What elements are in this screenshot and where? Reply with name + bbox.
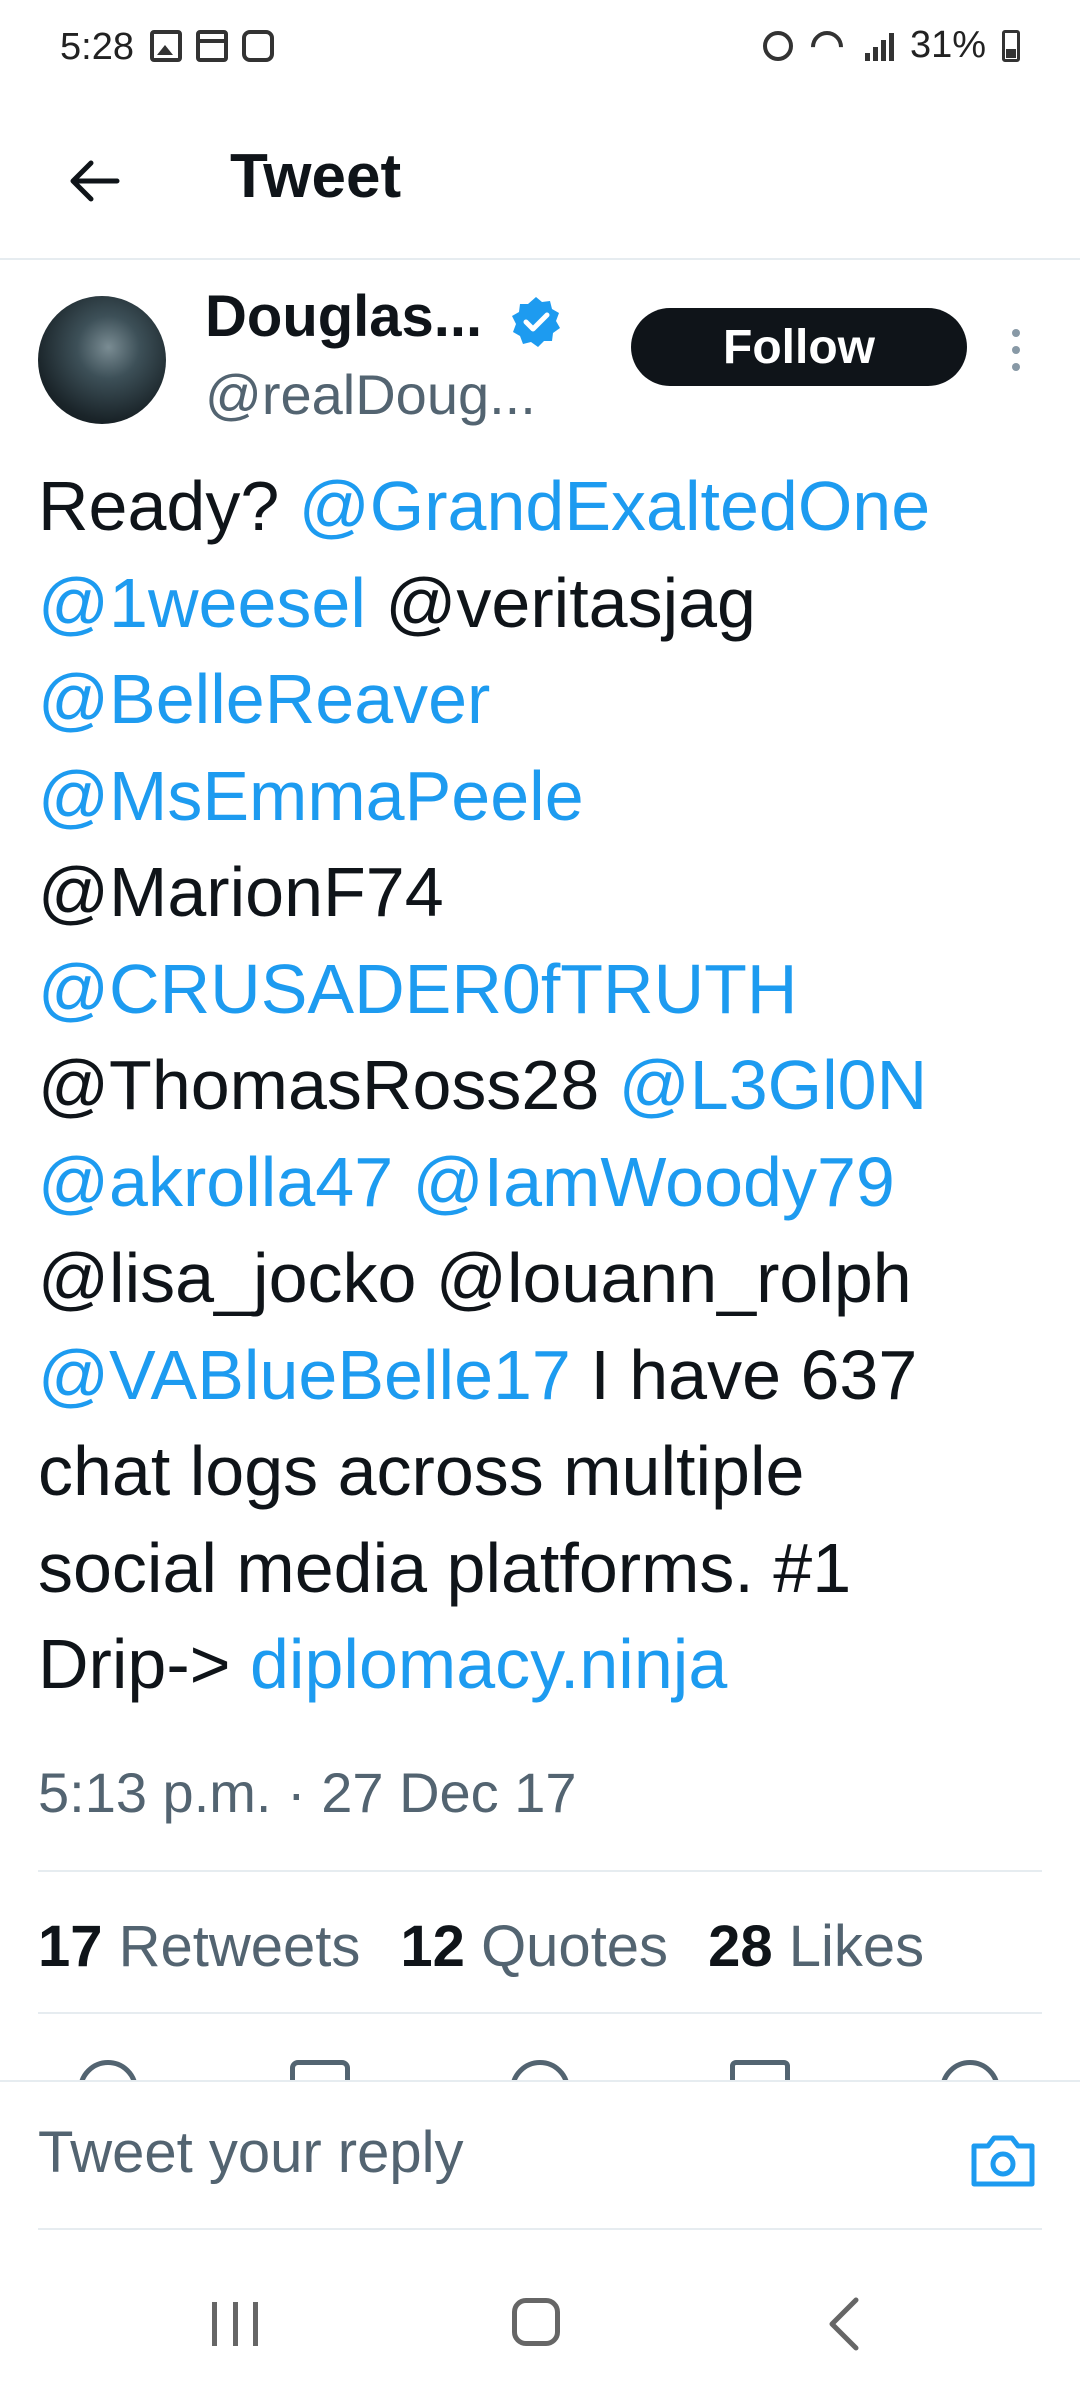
likes-count: 28 <box>708 1914 773 1979</box>
camera-icon[interactable] <box>968 2130 1038 2190</box>
quotes-label: Quotes <box>481 1914 669 1979</box>
mention-link[interactable]: @BelleReaver <box>38 660 490 738</box>
likes-label: Likes <box>788 1914 925 1979</box>
status-bar: 5:28 31% <box>0 0 1080 100</box>
tweet-text-segment: chat logs across multiple <box>38 1432 805 1510</box>
calendar-icon <box>196 30 228 62</box>
like-icon[interactable] <box>510 2060 570 2080</box>
share-icon[interactable] <box>940 2060 1000 2080</box>
retweet-icon[interactable] <box>290 2060 350 2080</box>
avatar[interactable] <box>38 296 166 424</box>
tweet-text-segment: @veritasjag <box>365 563 756 642</box>
tweet-text-segment: Drip-> <box>38 1625 250 1703</box>
retweets-stat[interactable]: 17 Retweets <box>38 1912 360 1982</box>
tweet-line: @VABlueBelle17 I have 637 <box>38 1327 1048 1424</box>
tweet-text-segment: @lisa_jocko @louann_rolph <box>38 1239 912 1317</box>
top-app-bar: Tweet <box>0 100 1080 260</box>
tweet-text: Ready? @GrandExaltedOne @1weesel @veritas… <box>38 458 1048 1713</box>
battery-icon <box>1002 29 1020 62</box>
back-button[interactable] <box>48 136 138 226</box>
mention-link[interactable]: @VABlueBelle17 <box>38 1336 571 1414</box>
tweet-line: Ready? @GrandExaltedOne <box>38 458 1048 555</box>
wifi-icon <box>809 31 849 61</box>
tweet-line: @BelleReaver <box>38 651 1048 748</box>
url-link[interactable]: diplomacy.ninja <box>250 1625 727 1703</box>
divider <box>38 2012 1042 2014</box>
tweet-timestamp[interactable]: 5:13 p.m. · 27 Dec 17 <box>38 1758 577 1828</box>
recent-apps-button[interactable] <box>212 2302 258 2346</box>
tweet-line: @MarionF74 <box>38 844 1048 941</box>
reply-input[interactable]: Tweet your reply <box>38 2118 464 2188</box>
follow-button[interactable]: Follow <box>631 308 967 386</box>
tweet-line: @1weesel @veritasjag <box>38 555 1048 652</box>
reply-icon[interactable] <box>78 2060 138 2080</box>
bookmark-icon[interactable] <box>730 2060 790 2080</box>
page-title: Tweet <box>230 142 402 211</box>
mention-link[interactable]: @akrolla47 <box>38 1143 393 1221</box>
mention-link[interactable]: @CRUSADER0fTRUTH <box>38 950 797 1028</box>
voicemail-icon <box>242 30 274 62</box>
tweet-line: Drip-> diplomacy.ninja <box>38 1616 1048 1713</box>
mention-link[interactable]: @1weesel <box>38 564 366 642</box>
battery-level: 31% <box>909 24 986 66</box>
retweets-label: Retweets <box>118 1914 361 1979</box>
mention-link[interactable]: @GrandExaltedOne <box>299 467 930 545</box>
divider <box>38 1870 1042 1872</box>
signal-icon <box>864 31 894 61</box>
author-name[interactable]: Douglas... <box>205 282 482 352</box>
tweet-line: @lisa_jocko @louann_rolph <box>38 1230 1048 1327</box>
mention-link[interactable]: @L3Gl0N <box>619 1046 927 1124</box>
author-handle[interactable]: @realDoug... <box>205 362 536 428</box>
tweet-line: @akrolla47 @IamWoody79 <box>38 1134 1048 1231</box>
tweet-text-segment: social media platforms. #1 <box>38 1528 852 1607</box>
tweet-text-segment: I have 637 <box>570 1335 918 1414</box>
image-icon <box>150 30 182 62</box>
tweet-line: social media platforms. #1 <box>38 1520 1048 1617</box>
tweet-line: chat logs across multiple <box>38 1423 1048 1520</box>
alarm-icon <box>762 30 793 61</box>
tweet-text-segment: Ready? <box>38 467 299 545</box>
tweet-text-segment <box>393 1143 412 1221</box>
tweet-action-bar <box>0 2020 1080 2080</box>
quotes-stat[interactable]: 12 Quotes <box>400 1912 668 1982</box>
tweet-line: @ThomasRoss28 @L3Gl0N <box>38 1037 1048 1134</box>
tweet-text-segment: @MarionF74 <box>38 853 444 931</box>
more-options-icon[interactable] <box>996 320 1036 380</box>
tweet-line: @CRUSADER0fTRUTH <box>38 941 1048 1038</box>
tweet-text-segment: @ThomasRoss28 <box>38 1046 619 1124</box>
verified-badge-icon <box>512 297 560 347</box>
system-back-icon[interactable] <box>820 2296 870 2352</box>
home-button[interactable] <box>512 2298 560 2346</box>
retweets-count: 17 <box>38 1914 103 1979</box>
engagement-stats: 17 Retweets 12 Quotes 28 Likes <box>38 1912 924 1982</box>
status-time: 5:28 <box>60 26 134 68</box>
mention-link[interactable]: @IamWoody79 <box>413 1143 895 1221</box>
quotes-count: 12 <box>400 1914 465 1979</box>
likes-stat[interactable]: 28 Likes <box>708 1912 924 1982</box>
tweet-line: @MsEmmaPeele <box>38 748 1048 845</box>
divider <box>38 2228 1042 2230</box>
mention-link[interactable]: @MsEmmaPeele <box>38 757 584 835</box>
back-arrow-icon <box>70 160 120 202</box>
